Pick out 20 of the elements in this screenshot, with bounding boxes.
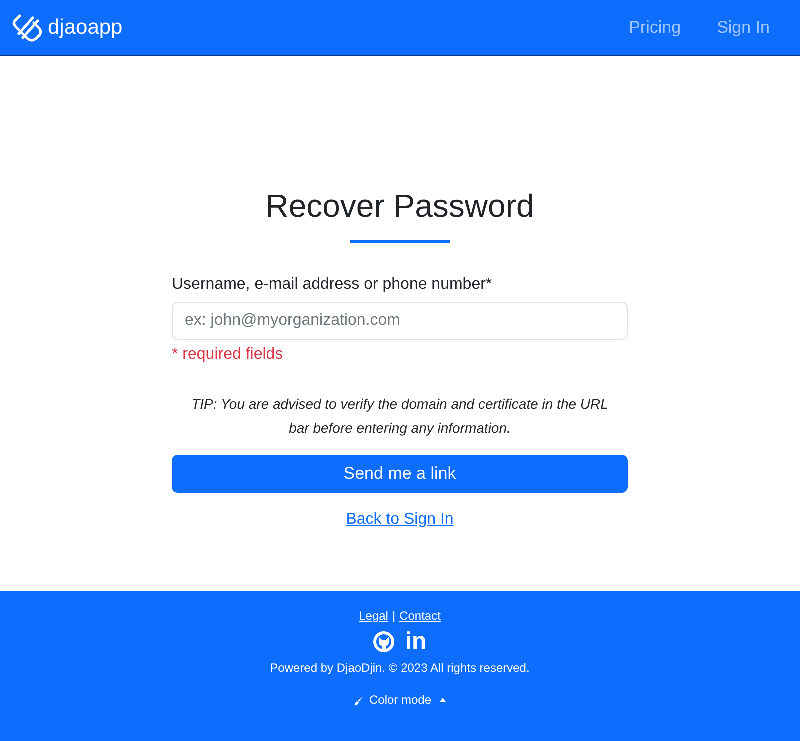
field-label: Username, e-mail address or phone number* [172, 276, 494, 294]
footer-link[interactable]: Legal [359, 608, 388, 624]
brush-icon [354, 694, 366, 706]
github-icon[interactable] [373, 631, 396, 653]
footer-link[interactable]: Contact [400, 608, 441, 624]
copyright-text: Powered by DjaoDjin. © 2023 All rights reserved. [270, 661, 530, 675]
required-note: * required fields [172, 346, 284, 364]
nav-link[interactable]: Sign In [717, 18, 770, 38]
brand-link[interactable]: djaoapp [12, 12, 123, 42]
back-to-sign-in-link[interactable]: Back to Sign In [346, 511, 454, 529]
logo-icon [12, 12, 44, 42]
caret-icon [440, 698, 446, 702]
color-mode-button[interactable]: Color mode [352, 691, 448, 709]
send-link-button[interactable]: Send me a link [172, 455, 628, 493]
nav-link[interactable]: Pricing [629, 18, 682, 38]
tip-text: TIP: You are advised to verify the domain and certificate in the URL bar before entering any information. [190, 395, 610, 438]
linkedin-link[interactable]: in [405, 630, 427, 654]
separator: | [392, 608, 396, 624]
page-title: Recover Password [264, 187, 536, 226]
username-field[interactable]: ex: john@myorganization.com [172, 302, 628, 340]
